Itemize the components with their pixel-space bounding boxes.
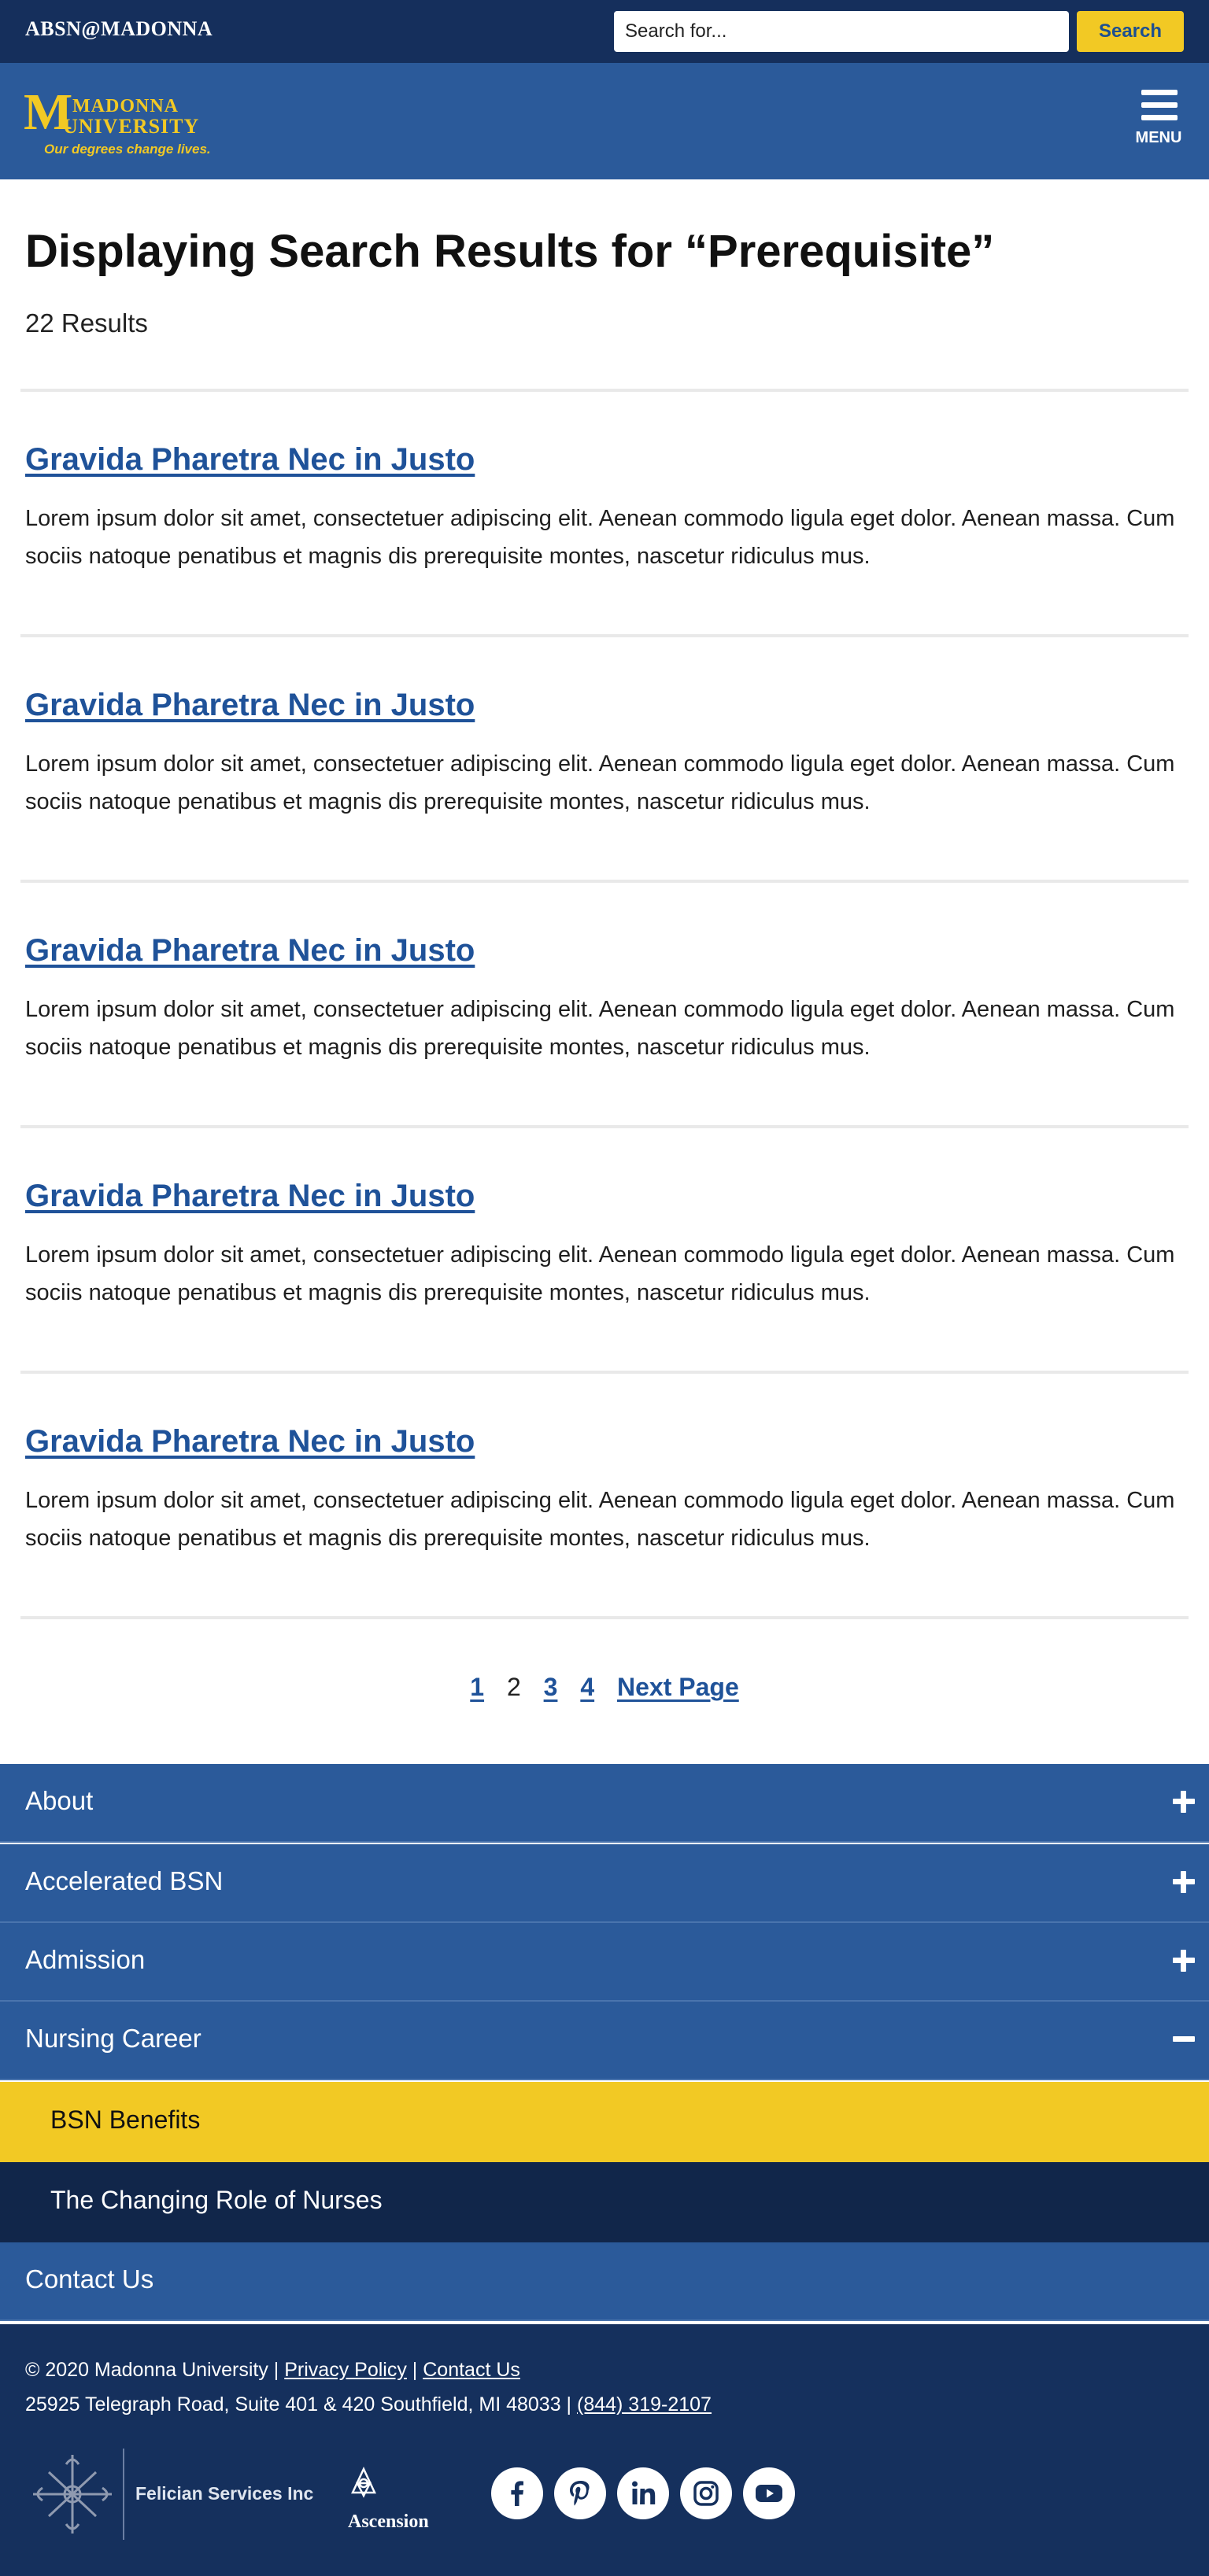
felician-name: Felician Services Inc (135, 2483, 314, 2504)
result-title-link[interactable]: Gravida Pharetra Nec in Justo (25, 688, 1187, 723)
search-button[interactable]: Search (1077, 11, 1184, 52)
result-count: 22 Results (25, 308, 148, 338)
page-link-3[interactable]: 3 (544, 1673, 558, 1702)
plus-icon[interactable] (1170, 1947, 1198, 1975)
address-text: 25925 Telegraph Road, Suite 401 & 420 So… (25, 2393, 577, 2415)
search-result: Gravida Pharetra Nec in Justo Lorem ipsu… (25, 442, 1187, 575)
footer-address: 25925 Telegraph Road, Suite 401 & 420 So… (25, 2393, 712, 2416)
felician-services-logo[interactable]: Felician Services Inc (25, 2449, 313, 2540)
result-description: Lorem ipsum dolor sit amet, consectetuer… (25, 751, 1175, 814)
ascension-mark-icon (351, 2467, 376, 2498)
search-result: Gravida Pharetra Nec in Justo Lorem ipsu… (25, 933, 1187, 1066)
page-link-1[interactable]: 1 (470, 1673, 484, 1702)
logo-line1: MADONNA (72, 96, 179, 116)
nav-item-contact-us[interactable]: Contact Us (0, 2242, 1209, 2321)
linkedin-icon[interactable] (617, 2467, 669, 2519)
nav-subitem-changing-role[interactable]: The Changing Role of Nurses (0, 2162, 1209, 2242)
minus-icon[interactable] (1170, 2025, 1198, 2054)
privacy-policy-link[interactable]: Privacy Policy (284, 2359, 407, 2381)
nav-item-nursing-career[interactable]: Nursing Career (0, 2002, 1209, 2080)
search-result: Gravida Pharetra Nec in Justo Lorem ipsu… (25, 1179, 1187, 1312)
footer-legal: © 2020 Madonna University | Privacy Poli… (25, 2359, 520, 2382)
pinterest-icon[interactable] (554, 2467, 606, 2519)
nav-subitem-bsn-benefits[interactable]: BSN Benefits (0, 2082, 1209, 2162)
social-links (491, 2467, 795, 2519)
nav-subitem-label: BSN Benefits (50, 2105, 201, 2134)
divider (20, 880, 1189, 883)
divider (20, 1371, 1189, 1374)
pagination: 1 2 3 4 Next Page (0, 1673, 1209, 1702)
page-link-4[interactable]: 4 (580, 1673, 594, 1702)
separator: | (406, 2359, 423, 2381)
divider (20, 1125, 1189, 1128)
divider (20, 389, 1189, 392)
result-title-link[interactable]: Gravida Pharetra Nec in Justo (25, 1424, 1187, 1460)
result-description: Lorem ipsum dolor sit amet, consectetuer… (25, 997, 1175, 1060)
divider (20, 1616, 1189, 1619)
result-title-link[interactable]: Gravida Pharetra Nec in Justo (25, 933, 1187, 969)
nav-item-label: Nursing Career (25, 2024, 202, 2053)
footer-contact-link[interactable]: Contact Us (423, 2359, 520, 2381)
page-title: Displaying Search Results for “Prerequis… (25, 226, 995, 277)
search-input[interactable] (614, 11, 1069, 52)
nav-item-accelerated-bsn[interactable]: Accelerated BSN (0, 1844, 1209, 1923)
instagram-icon[interactable] (680, 2467, 732, 2519)
divider (20, 634, 1189, 637)
plus-icon[interactable] (1170, 1868, 1198, 1896)
menu-button[interactable]: MENU (1127, 87, 1190, 157)
page-current: 2 (506, 1673, 521, 1701)
result-title-link[interactable]: Gravida Pharetra Nec in Justo (25, 1179, 1187, 1214)
nav-item-label: Contact Us (25, 2264, 154, 2294)
divider (123, 2449, 124, 2540)
result-description: Lorem ipsum dolor sit amet, consectetuer… (25, 1488, 1175, 1551)
hamburger-icon (1141, 90, 1178, 121)
site-header: M MADONNA UNIVERSITY Our degrees change … (0, 63, 1209, 179)
site-brand[interactable]: ABSN@MADONNA (25, 17, 213, 41)
search-result: Gravida Pharetra Nec in Justo Lorem ipsu… (25, 688, 1187, 821)
ascension-name: Ascension (348, 2511, 429, 2532)
top-bar: ABSN@MADONNA Search (0, 0, 1209, 63)
result-title-link[interactable]: Gravida Pharetra Nec in Justo (25, 442, 1187, 478)
menu-label: MENU (1135, 129, 1182, 146)
result-description: Lorem ipsum dolor sit amet, consectetuer… (25, 506, 1175, 569)
nav-item-label: Admission (25, 1945, 146, 1974)
search-result: Gravida Pharetra Nec in Justo Lorem ipsu… (25, 1424, 1187, 1557)
copyright-text: © 2020 Madonna University | (25, 2359, 285, 2381)
youtube-icon[interactable] (743, 2467, 795, 2519)
result-description: Lorem ipsum dolor sit amet, consectetuer… (25, 1242, 1175, 1305)
plus-icon[interactable] (1170, 1788, 1198, 1816)
site-footer: © 2020 Madonna University | Privacy Poli… (0, 2324, 1209, 2576)
nav-item-label: About (25, 1786, 94, 1815)
facebook-icon[interactable] (491, 2467, 543, 2519)
next-page-link[interactable]: Next Page (617, 1673, 739, 1702)
ascension-logo[interactable]: Ascension (346, 2466, 457, 2537)
felician-cross-icon (33, 2455, 112, 2534)
phone-link[interactable]: (844) 319-2107 (577, 2393, 712, 2415)
nav-subitem-label: The Changing Role of Nurses (50, 2186, 383, 2214)
logo-line2: UNIVERSITY (63, 115, 200, 138)
nav-item-about[interactable]: About (0, 1764, 1209, 1843)
nav-item-label: Accelerated BSN (25, 1866, 224, 1895)
logo-tagline: Our degrees change lives. (44, 142, 211, 157)
nav-item-admission[interactable]: Admission (0, 1923, 1209, 2002)
madonna-logo[interactable]: M MADONNA UNIVERSITY Our degrees change … (24, 87, 213, 157)
